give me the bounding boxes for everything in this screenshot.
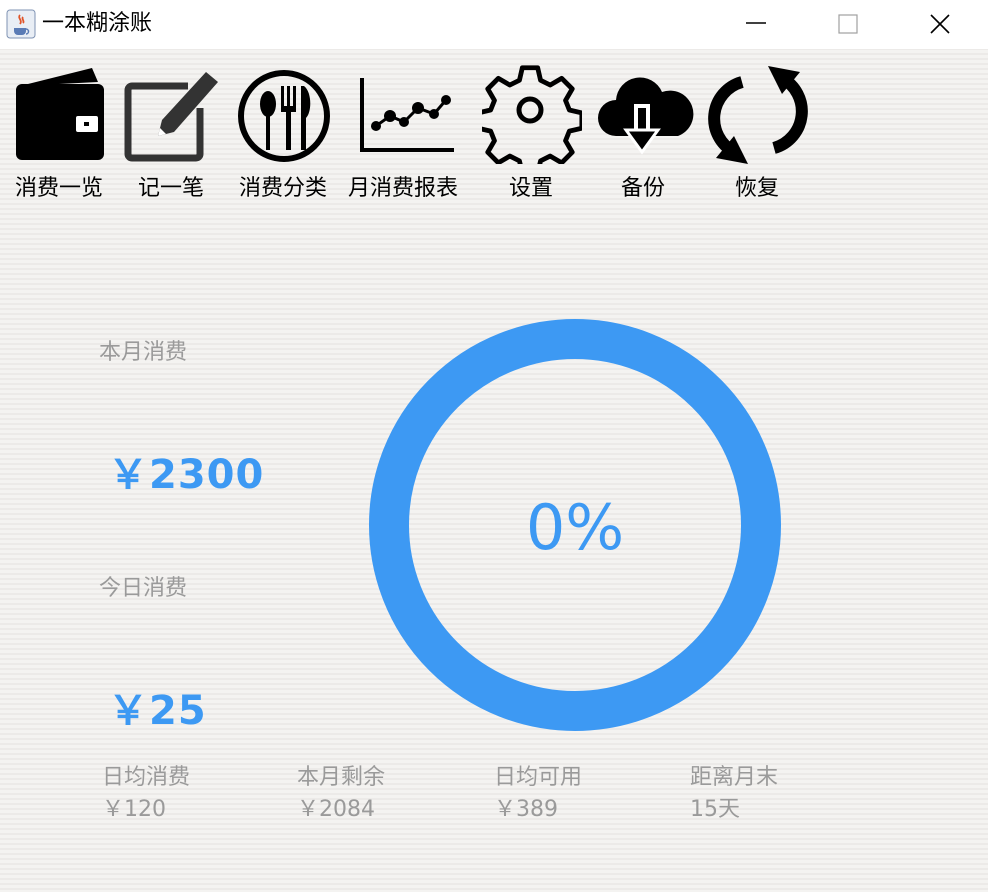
utensils-icon bbox=[236, 64, 336, 164]
minimize-icon bbox=[746, 22, 766, 24]
refresh-icon bbox=[708, 64, 808, 164]
progress-percent: 0% bbox=[525, 491, 625, 564]
toolbar-item-backup[interactable]: 备份 bbox=[588, 58, 698, 208]
gear-icon bbox=[475, 64, 585, 176]
daily-avg-label: 日均消费 bbox=[102, 765, 191, 790]
toolbar-item-label: 消费一览 bbox=[14, 176, 103, 201]
toolbar-item-label: 消费分类 bbox=[238, 176, 327, 201]
daily-available-value: ￥389 bbox=[494, 797, 558, 822]
days-to-month-end-value: 15天 bbox=[690, 797, 740, 822]
month-remaining-value: ￥2084 bbox=[297, 797, 375, 822]
toolbar-item-report[interactable]: 月消费报表 bbox=[348, 58, 458, 208]
edit-icon bbox=[122, 64, 222, 164]
toolbar-item-category[interactable]: 消费分类 bbox=[228, 58, 338, 208]
month-spending-label: 本月消费 bbox=[99, 340, 188, 365]
java-coffee-icon bbox=[6, 9, 36, 39]
toolbar-item-label: 备份 bbox=[620, 176, 665, 201]
month-remaining-label: 本月剩余 bbox=[297, 765, 386, 790]
window-title: 一本糊涂账 bbox=[42, 11, 153, 36]
main-toolbar: 消费一览 记一笔 消费分类 月消费报表 设置 备份 恢复 bbox=[0, 58, 988, 208]
toolbar-item-label: 记一笔 bbox=[137, 176, 204, 201]
toolbar-item-label: 恢复 bbox=[734, 176, 779, 201]
maximize-icon bbox=[838, 14, 858, 34]
toolbar-item-record[interactable]: 记一笔 bbox=[116, 58, 226, 208]
minimize-button[interactable] bbox=[710, 0, 802, 49]
toolbar-item-label: 月消费报表 bbox=[348, 176, 459, 201]
toolbar-item-overview[interactable]: 消费一览 bbox=[4, 58, 114, 208]
toolbar-item-restore[interactable]: 恢复 bbox=[702, 58, 812, 208]
days-to-month-end-label: 距离月末 bbox=[690, 765, 779, 790]
cloud-download-icon bbox=[596, 64, 696, 164]
title-bar: 一本糊涂账 bbox=[0, 0, 988, 49]
today-spending-label: 今日消费 bbox=[99, 576, 188, 601]
close-button[interactable] bbox=[894, 0, 986, 49]
month-spending-value: ￥2300 bbox=[108, 452, 265, 498]
toolbar-item-label: 设置 bbox=[508, 176, 553, 201]
maximize-button[interactable] bbox=[802, 0, 894, 49]
wallet-icon bbox=[12, 64, 112, 164]
toolbar-item-settings[interactable]: 设置 bbox=[475, 58, 586, 208]
today-spending-value: ￥25 bbox=[108, 688, 207, 734]
close-icon bbox=[930, 14, 950, 34]
daily-available-label: 日均可用 bbox=[494, 765, 583, 790]
line-chart-icon bbox=[356, 64, 456, 164]
daily-avg-value: ￥120 bbox=[102, 797, 166, 822]
